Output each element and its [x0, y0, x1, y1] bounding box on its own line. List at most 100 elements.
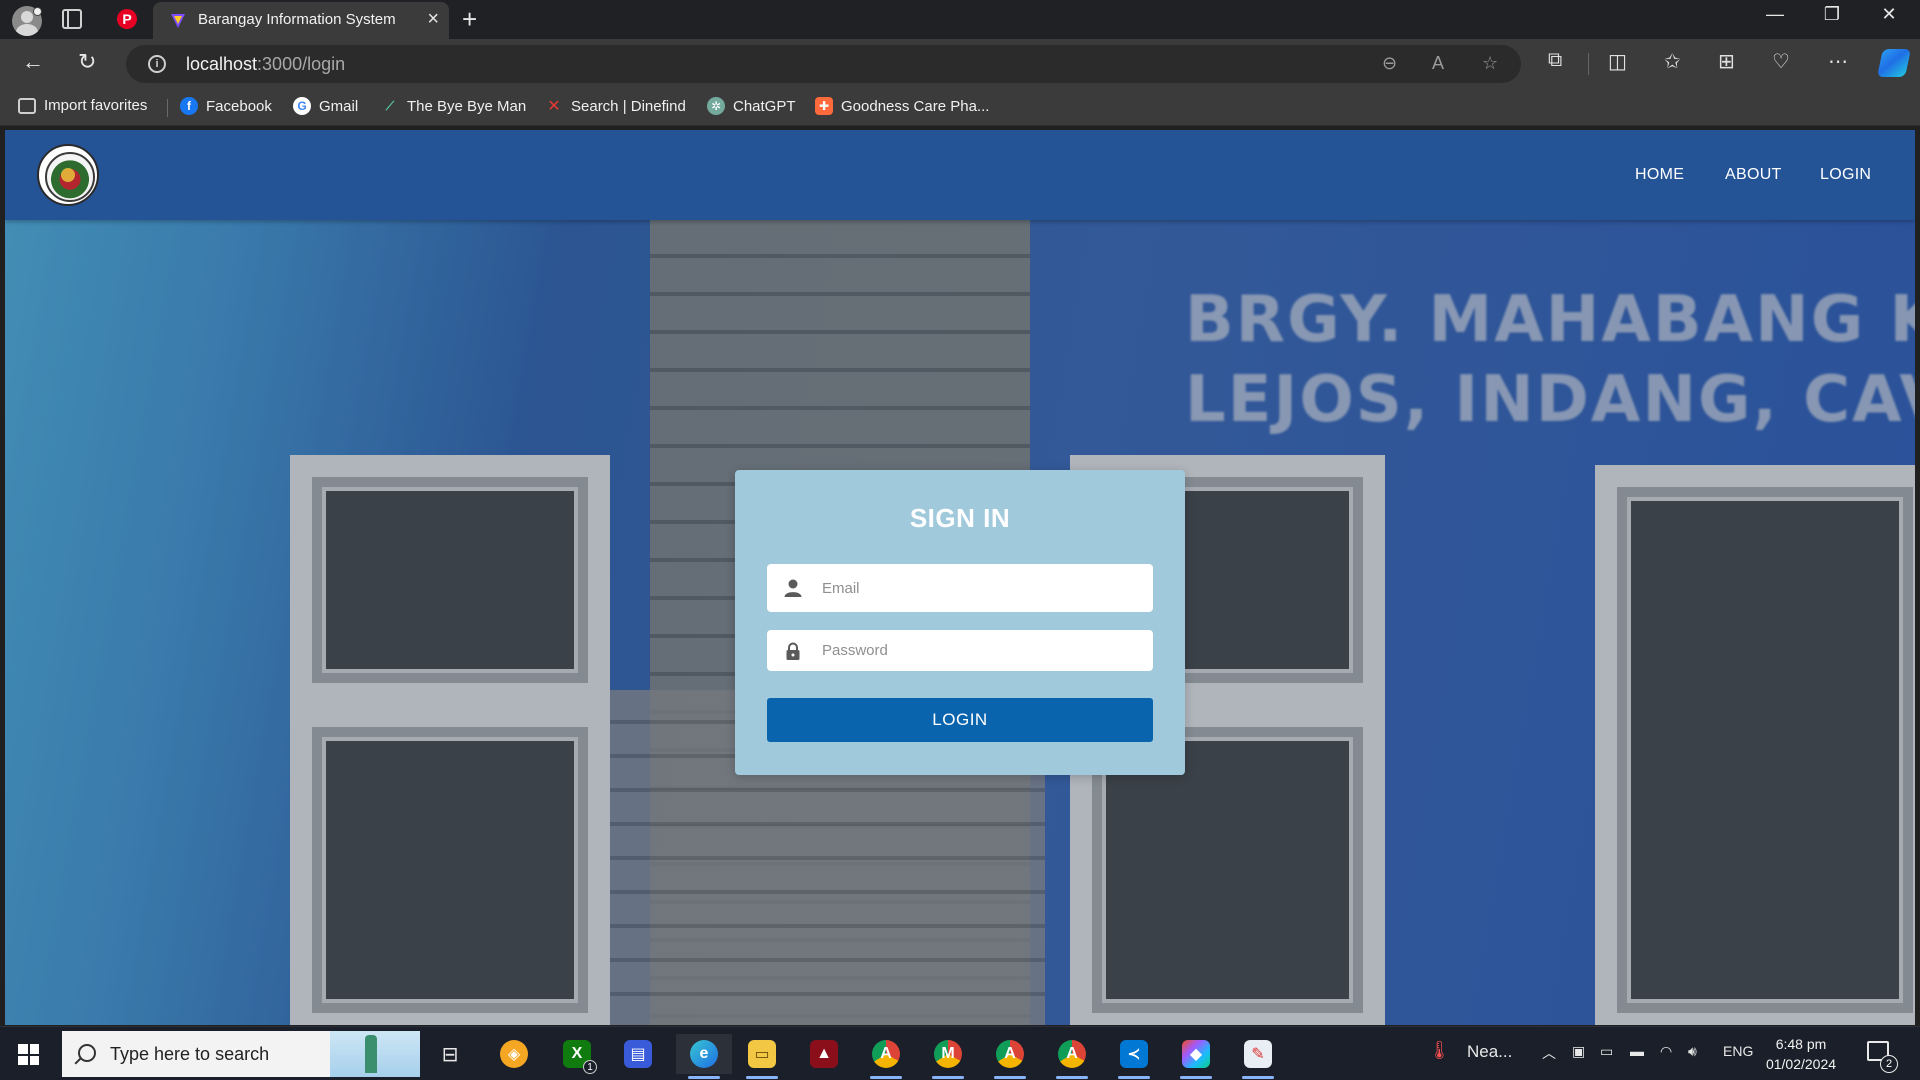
more-menu-icon[interactable]: ⋯: [1828, 49, 1848, 74]
task-view-icon[interactable]: ⊟: [428, 1034, 472, 1074]
password-input[interactable]: [822, 630, 1142, 671]
figma-app-icon[interactable]: ◆: [1174, 1034, 1218, 1079]
fav-label: Import favorites: [44, 97, 148, 114]
favorites-icon[interactable]: ✩: [1664, 49, 1681, 74]
fav-label: Gmail: [319, 97, 359, 115]
site-navbar: HOME ABOUT LOGIN: [5, 130, 1915, 220]
xbox-badge: 1: [583, 1060, 597, 1074]
user-icon: [784, 579, 802, 597]
fav-label: Facebook: [206, 97, 272, 115]
copilot-icon[interactable]: [1877, 49, 1911, 77]
taskbar-search-box[interactable]: Type here to search: [62, 1031, 420, 1077]
collections-icon[interactable]: ⊞: [1718, 49, 1735, 74]
lock-icon: [786, 642, 800, 660]
wifi-icon[interactable]: ◠: [1660, 1043, 1672, 1060]
email-input[interactable]: [822, 564, 1142, 612]
windows-start-icon[interactable]: [18, 1044, 39, 1065]
password-field[interactable]: [767, 630, 1153, 671]
google-icon: G: [293, 97, 311, 115]
fav-facebook[interactable]: f Facebook: [180, 97, 272, 115]
language-indicator[interactable]: ENG: [1723, 1043, 1753, 1059]
vscode-icon[interactable]: ≺: [1112, 1034, 1156, 1079]
import-favorites-icon: [18, 97, 36, 114]
fav-label: ChatGPT: [733, 97, 796, 115]
taskbar-search-placeholder: Type here to search: [110, 1044, 270, 1064]
site-info-icon[interactable]: i: [148, 55, 166, 73]
login-card: SIGN IN LOGIN: [735, 470, 1185, 775]
email-field[interactable]: [767, 564, 1153, 612]
url-text[interactable]: localhost:3000/login: [186, 54, 345, 75]
edge-icon[interactable]: e: [676, 1034, 732, 1079]
barangay-seal-logo[interactable]: [37, 144, 99, 206]
chrome-profile-a2-icon[interactable]: A: [988, 1034, 1032, 1079]
login-button[interactable]: LOGIN: [767, 698, 1153, 742]
weather-text[interactable]: Nea...: [1467, 1042, 1512, 1062]
fav-dinefind[interactable]: ✕ Search | Dinefind: [545, 97, 686, 116]
fav-chatgpt[interactable]: ✲ ChatGPT: [707, 97, 796, 115]
window-close-icon[interactable]: ✕: [1866, 4, 1912, 25]
refresh-icon[interactable]: ↻: [78, 49, 96, 75]
clock-date: 01/02/2024: [1765, 1056, 1837, 1072]
fav-label: The Bye Bye Man: [407, 97, 527, 115]
taskbar-clock[interactable]: 6:48 pm 01/02/2024: [1760, 1034, 1842, 1074]
fav-the-bye-bye-man[interactable]: ⟋ The Bye Bye Man: [381, 97, 526, 115]
browser-toolbar: ← ↻ i localhost:3000/login ⊖ A ☆ ⧉ ◫ ✩ ⊞…: [0, 39, 1920, 89]
browser-tab-strip: P Barangay Information System × + — ❐ ✕: [0, 0, 1920, 39]
fav-gmail[interactable]: G Gmail: [293, 97, 358, 115]
nav-login-link[interactable]: LOGIN: [1820, 166, 1871, 184]
media-app-icon[interactable]: ▲: [802, 1034, 846, 1074]
weather-icon[interactable]: 🌡: [1428, 1040, 1451, 1061]
minimize-icon[interactable]: —: [1752, 4, 1798, 25]
notification-count: 2: [1880, 1055, 1898, 1073]
tab-actions-icon[interactable]: [62, 9, 82, 29]
favorite-star-icon[interactable]: ☆: [1482, 53, 1498, 74]
brave-icon[interactable]: ◈: [492, 1034, 536, 1074]
url-path: :3000/login: [257, 54, 346, 74]
bookmark-icon: ⟋: [385, 98, 395, 113]
profile-status-dot: [33, 7, 42, 16]
favorites-divider: [167, 99, 168, 117]
split-screen-icon[interactable]: ◫: [1608, 49, 1627, 74]
address-bar[interactable]: i localhost:3000/login ⊖ A ☆: [126, 45, 1521, 83]
app-favicon-icon: [171, 14, 185, 28]
volume-icon[interactable]: 🔊︎: [1688, 1043, 1697, 1060]
chrome-profile-m-icon[interactable]: M: [926, 1034, 970, 1079]
dinefind-icon: ✕: [547, 98, 561, 115]
printer-app-icon[interactable]: ▤: [616, 1034, 660, 1074]
battery-icon[interactable]: ▬: [1630, 1043, 1644, 1059]
read-aloud-icon[interactable]: A: [1432, 53, 1444, 74]
meet-icon[interactable]: ▣: [1572, 1043, 1585, 1060]
tab-title: Barangay Information System: [198, 11, 396, 28]
display-icon[interactable]: ▭: [1600, 1043, 1613, 1060]
chatgpt-icon: ✲: [707, 97, 725, 115]
chrome-profile-a-icon[interactable]: A: [864, 1034, 908, 1079]
paint-icon[interactable]: ✎: [1236, 1034, 1280, 1079]
nav-home-link[interactable]: HOME: [1635, 166, 1684, 184]
screen: P Barangay Information System × + — ❐ ✕ …: [0, 0, 1920, 1080]
login-title: SIGN IN: [909, 503, 1011, 533]
toolbar-divider: [1588, 53, 1589, 75]
zoom-out-icon[interactable]: ⊖: [1382, 53, 1397, 74]
file-explorer-icon[interactable]: ▭: [740, 1034, 784, 1079]
pinterest-tab-icon[interactable]: P: [117, 9, 137, 29]
facebook-icon: f: [180, 97, 198, 115]
back-icon[interactable]: ←: [22, 49, 44, 75]
web-viewport: BRGY. MAHABANG KAHOLEJOS, INDANG, CAVITE…: [5, 130, 1915, 1025]
search-icon: [78, 1044, 96, 1062]
close-tab-icon[interactable]: ×: [427, 8, 439, 31]
xbox-icon[interactable]: X1: [555, 1034, 599, 1074]
extensions-icon[interactable]: ⧉: [1548, 49, 1562, 72]
fav-label: Goodness Care Pha...: [841, 97, 990, 115]
nav-about-link[interactable]: ABOUT: [1725, 166, 1782, 184]
favorites-bar: Import favorites f Facebook G Gmail ⟋ Th…: [0, 89, 1920, 126]
pharmacy-icon: ✚: [815, 97, 833, 115]
chrome-profile-a3-icon[interactable]: A: [1050, 1034, 1094, 1079]
new-tab-icon[interactable]: +: [462, 4, 477, 35]
browser-essentials-icon[interactable]: ♡: [1772, 49, 1790, 74]
active-tab[interactable]: Barangay Information System ×: [153, 2, 449, 39]
search-highlight-image: [330, 1031, 420, 1077]
fav-import-favorites[interactable]: Import favorites: [18, 97, 147, 114]
restore-icon[interactable]: ❐: [1809, 4, 1855, 25]
fav-goodness-care[interactable]: ✚ Goodness Care Pha...: [815, 97, 989, 115]
chevron-up-icon[interactable]: ︿: [1542, 1043, 1556, 1063]
